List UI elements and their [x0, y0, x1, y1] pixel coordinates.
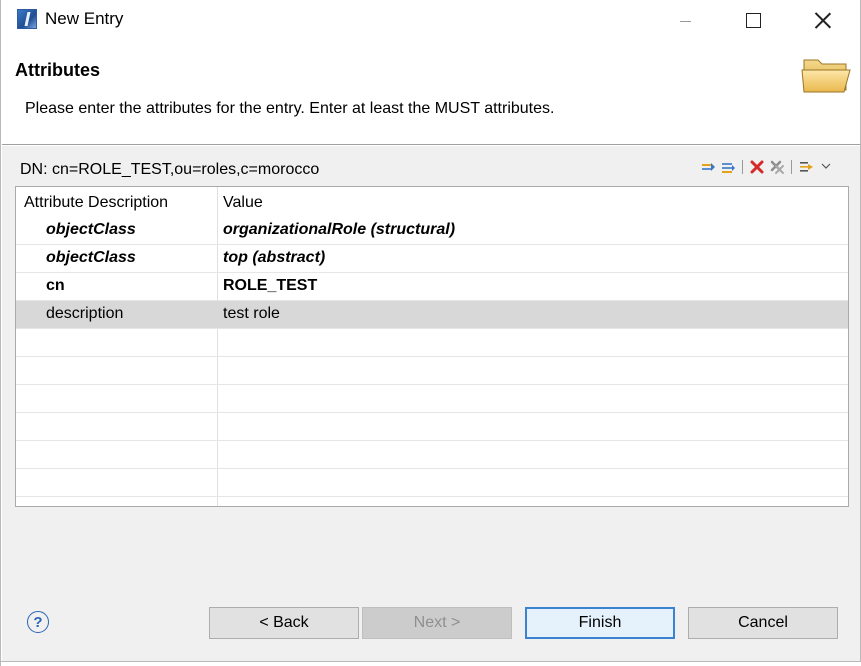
maximize-button[interactable]	[730, 0, 776, 40]
empty-row	[16, 497, 848, 506]
value-cell[interactable]: organizationalRole (structural)	[223, 221, 455, 239]
minimize-button[interactable]	[662, 0, 708, 40]
attribute-toolbar	[700, 157, 834, 177]
button-bar: ? < Back Next > Finish Cancel	[2, 582, 860, 666]
new-value-icon[interactable]	[700, 159, 716, 175]
window-title: New Entry	[45, 9, 124, 28]
table-header: Attribute Description Value	[16, 187, 848, 217]
column-header-value[interactable]: Value	[223, 194, 263, 212]
new-attribute-icon[interactable]	[720, 159, 736, 175]
background-window-edge	[1, 661, 861, 666]
attribute-cell[interactable]: objectClass	[46, 249, 136, 267]
column-header-attribute[interactable]: Attribute Description	[24, 194, 168, 212]
empty-row	[16, 469, 848, 497]
next-button[interactable]: Next >	[362, 607, 512, 639]
cancel-button[interactable]: Cancel	[688, 607, 838, 639]
value-cell[interactable]: ROLE_TEST	[223, 277, 317, 295]
maximize-icon	[745, 12, 761, 28]
editor-icon[interactable]	[798, 159, 814, 175]
title-bar: New Entry	[1, 0, 860, 40]
value-cell[interactable]: test role	[223, 305, 280, 323]
table-row[interactable]: cn ROLE_TEST	[16, 273, 848, 301]
empty-row	[16, 413, 848, 441]
empty-row	[16, 357, 848, 385]
table-row[interactable]: objectClass top (abstract)	[16, 245, 848, 273]
menu-icon[interactable]	[818, 159, 834, 175]
empty-row	[16, 441, 848, 469]
table-row-selected[interactable]: description test role	[16, 301, 848, 329]
table-row[interactable]: objectClass organizationalRole (structur…	[16, 217, 848, 245]
toolbar-separator	[742, 160, 743, 174]
page-title: Attributes	[15, 60, 100, 80]
attribute-cell[interactable]: description	[46, 305, 123, 323]
page-description: Please enter the attributes for the entr…	[25, 100, 555, 117]
folder-icon	[801, 59, 851, 93]
attributes-table: Attribute Description Value objectClass …	[15, 186, 849, 507]
toolbar-separator	[791, 160, 792, 174]
empty-row	[16, 385, 848, 413]
value-cell[interactable]: top (abstract)	[223, 249, 325, 267]
attribute-cell[interactable]: cn	[46, 277, 65, 295]
close-icon	[815, 12, 831, 28]
attributes-panel: DN: cn=ROLE_TEST,ou=roles,c=morocco Attr…	[2, 146, 860, 582]
attribute-cell[interactable]: objectClass	[46, 221, 136, 239]
app-icon	[17, 9, 37, 29]
finish-button[interactable]: Finish	[525, 607, 675, 639]
wizard-header: Attributes Please enter the attributes f…	[2, 40, 860, 145]
minimize-icon	[679, 20, 691, 22]
close-button[interactable]	[800, 0, 846, 40]
delete-icon[interactable]	[749, 159, 765, 175]
dn-label: DN: cn=ROLE_TEST,ou=roles,c=morocco	[20, 161, 320, 178]
new-entry-dialog: New Entry Attributes Please enter the at…	[0, 0, 861, 666]
back-button[interactable]: < Back	[209, 607, 359, 639]
help-icon[interactable]: ?	[27, 611, 49, 633]
empty-row	[16, 329, 848, 357]
delete-all-icon[interactable]	[769, 159, 785, 175]
